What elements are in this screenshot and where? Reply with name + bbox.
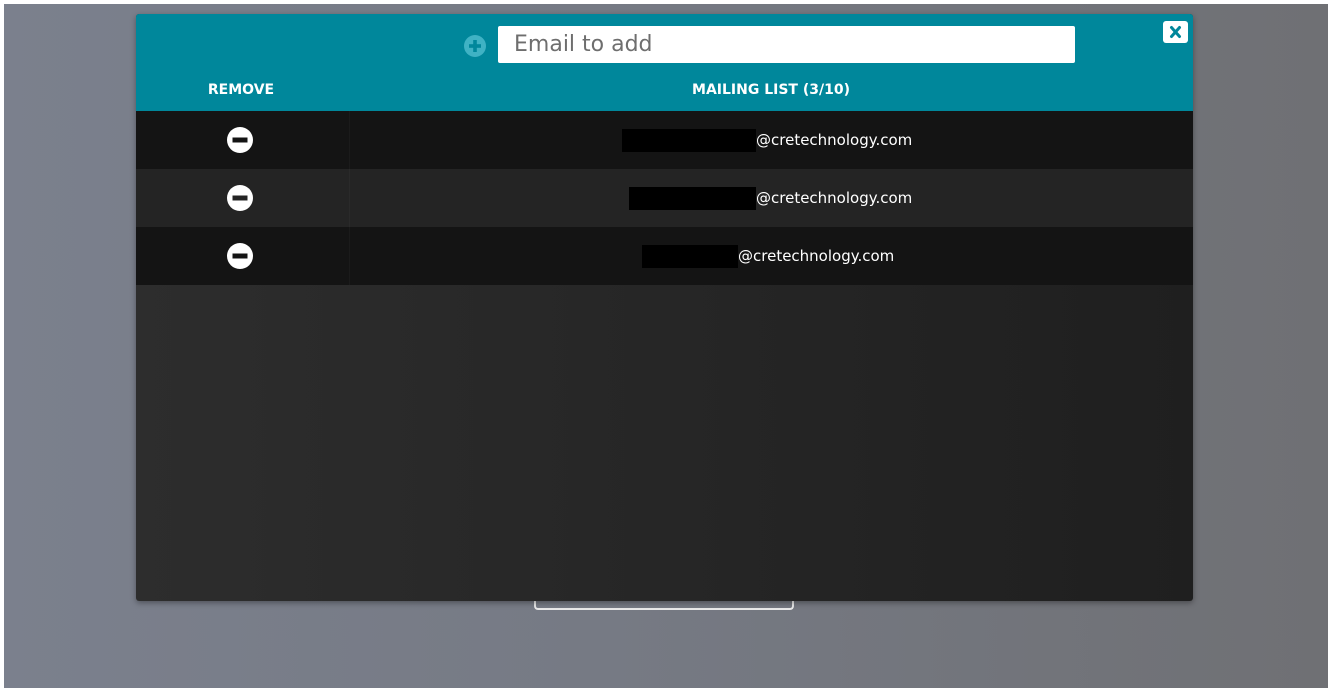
column-divider [349, 227, 350, 285]
mailing-list-rows: @cretechnology.com @cretechnology.com @c… [136, 111, 1193, 285]
modal-header: REMOVE MAILING LIST (3/10) [136, 14, 1193, 111]
mailing-list-column-header: MAILING LIST (3/10) [692, 82, 850, 98]
redacted-username [622, 128, 756, 152]
list-item: @cretechnology.com [136, 169, 1193, 227]
email-entry: @cretechnology.com [629, 169, 912, 227]
email-domain: @cretechnology.com [756, 131, 913, 149]
email-to-add-input[interactable] [498, 26, 1075, 63]
minus-circle-icon[interactable] [226, 242, 254, 270]
email-domain: @cretechnology.com [738, 247, 895, 265]
minus-circle-icon[interactable] [226, 126, 254, 154]
email-domain: @cretechnology.com [756, 189, 913, 207]
redacted-username [642, 244, 738, 268]
plus-circle-icon[interactable] [463, 34, 487, 58]
redacted-username [629, 186, 756, 210]
list-item: @cretechnology.com [136, 227, 1193, 285]
column-divider [349, 169, 350, 227]
remove-column-header: REMOVE [207, 82, 275, 98]
mailing-list-modal: REMOVE MAILING LIST (3/10) @cretechnolog… [136, 14, 1193, 601]
email-entry: @cretechnology.com [642, 227, 894, 285]
close-icon [1170, 26, 1181, 38]
email-entry: @cretechnology.com [622, 111, 912, 169]
list-item: @cretechnology.com [136, 111, 1193, 169]
column-divider [349, 111, 350, 169]
minus-circle-icon[interactable] [226, 184, 254, 212]
close-button[interactable] [1163, 21, 1188, 43]
